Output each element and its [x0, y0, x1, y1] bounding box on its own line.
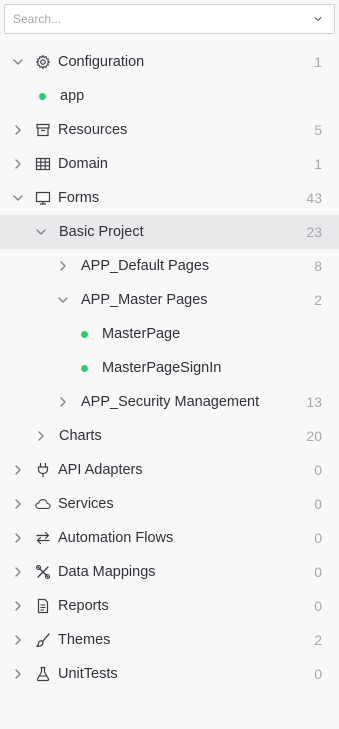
cloud-icon — [35, 496, 51, 512]
search-box[interactable] — [4, 4, 335, 34]
chevron-right-icon[interactable] — [35, 430, 47, 442]
status-dot-icon — [81, 331, 88, 338]
project-tree: Configuration 1 app Resources 5 Domain 1 — [0, 45, 339, 691]
item-count: 5 — [314, 122, 322, 138]
tree-item-label: Themes — [58, 632, 111, 648]
tree-item-app-default-pages[interactable]: APP_Default Pages 8 — [0, 249, 339, 283]
gear-icon — [35, 54, 51, 70]
chevron-down-icon[interactable] — [12, 192, 24, 204]
tree-item-label: Domain — [58, 156, 108, 172]
tree-item-label: Services — [58, 496, 114, 512]
item-count: 2 — [314, 632, 322, 648]
item-count: 0 — [314, 462, 322, 478]
item-count: 0 — [314, 496, 322, 512]
tree-item-label: Reports — [58, 598, 109, 614]
tree-item-automation-flows[interactable]: Automation Flows 0 — [0, 521, 339, 555]
status-dot-icon — [39, 93, 46, 100]
item-count: 1 — [314, 54, 322, 70]
tree-item-label: Data Mappings — [58, 564, 156, 580]
status-dot-icon — [81, 365, 88, 372]
tree-item-app[interactable]: app — [0, 79, 339, 113]
item-count: 1 — [314, 156, 322, 172]
chevron-down-icon[interactable] — [57, 294, 69, 306]
tree-item-label: MasterPage — [102, 326, 181, 342]
search-input[interactable] — [5, 5, 303, 33]
tree-item-themes[interactable]: Themes 2 — [0, 623, 339, 657]
chevron-right-icon[interactable] — [12, 634, 24, 646]
tree-item-label: API Adapters — [58, 462, 143, 478]
chevron-right-icon[interactable] — [12, 532, 24, 544]
tree-item-app-master-pages[interactable]: APP_Master Pages 2 — [0, 283, 339, 317]
tree-item-unittests[interactable]: UnitTests 0 — [0, 657, 339, 691]
tree-item-services[interactable]: Services 0 — [0, 487, 339, 521]
tree-item-configuration[interactable]: Configuration 1 — [0, 45, 339, 79]
chevron-right-icon[interactable] — [12, 498, 24, 510]
tree-item-masterpage[interactable]: MasterPage — [0, 317, 339, 351]
item-count: 8 — [314, 258, 322, 274]
tree-item-resources[interactable]: Resources 5 — [0, 113, 339, 147]
plug-icon — [35, 462, 51, 478]
document-icon — [35, 598, 51, 614]
tree-item-data-mappings[interactable]: Data Mappings 0 — [0, 555, 339, 589]
chevron-right-icon[interactable] — [12, 464, 24, 476]
table-grid-icon — [35, 156, 51, 172]
tree-item-api-adapters[interactable]: API Adapters 0 — [0, 453, 339, 487]
chevron-right-icon[interactable] — [57, 396, 69, 408]
tree-item-label: Configuration — [58, 54, 145, 70]
item-count: 13 — [306, 394, 322, 410]
archive-box-icon — [35, 122, 51, 138]
tree-item-masterpagesignin[interactable]: MasterPageSignIn — [0, 351, 339, 385]
arrows-exchange-icon — [35, 530, 51, 546]
tree-item-label: APP_Default Pages — [81, 258, 210, 274]
tree-item-label: Basic Project — [59, 224, 144, 240]
monitor-icon — [35, 190, 51, 206]
tree-item-label: MasterPageSignIn — [102, 360, 222, 376]
chevron-right-icon[interactable] — [12, 124, 24, 136]
chevron-down-icon[interactable] — [12, 56, 24, 68]
item-count: 43 — [306, 190, 322, 206]
tree-item-reports[interactable]: Reports 0 — [0, 589, 339, 623]
chevron-right-icon[interactable] — [12, 158, 24, 170]
tree-item-basic-project[interactable]: Basic Project 23 — [0, 215, 339, 249]
tree-item-label: app — [60, 88, 85, 104]
brush-icon — [35, 632, 51, 648]
chevron-down-icon[interactable] — [312, 13, 324, 25]
item-count: 0 — [314, 564, 322, 580]
tree-item-label: UnitTests — [58, 666, 118, 682]
tree-item-label: Forms — [58, 190, 100, 206]
flask-icon — [35, 666, 51, 682]
item-count: 0 — [314, 530, 322, 546]
tree-item-domain[interactable]: Domain 1 — [0, 147, 339, 181]
chevron-right-icon[interactable] — [12, 600, 24, 612]
tree-item-forms[interactable]: Forms 43 — [0, 181, 339, 215]
tree-item-label: APP_Master Pages — [81, 292, 208, 308]
chevron-right-icon[interactable] — [57, 260, 69, 272]
chevron-right-icon[interactable] — [12, 668, 24, 680]
item-count: 0 — [314, 598, 322, 614]
tree-item-label: APP_Security Management — [81, 394, 260, 410]
tree-item-label: Charts — [59, 428, 102, 444]
chevron-down-icon[interactable] — [35, 226, 47, 238]
crossed-tools-icon — [35, 564, 51, 580]
tree-item-app-security-management[interactable]: APP_Security Management 13 — [0, 385, 339, 419]
chevron-right-icon[interactable] — [12, 566, 24, 578]
tree-item-label: Automation Flows — [58, 530, 174, 546]
item-count: 0 — [314, 666, 322, 682]
tree-item-label: Resources — [58, 122, 128, 138]
item-count: 2 — [314, 292, 322, 308]
item-count: 23 — [306, 224, 322, 240]
tree-item-charts[interactable]: Charts 20 — [0, 419, 339, 453]
item-count: 20 — [306, 428, 322, 444]
